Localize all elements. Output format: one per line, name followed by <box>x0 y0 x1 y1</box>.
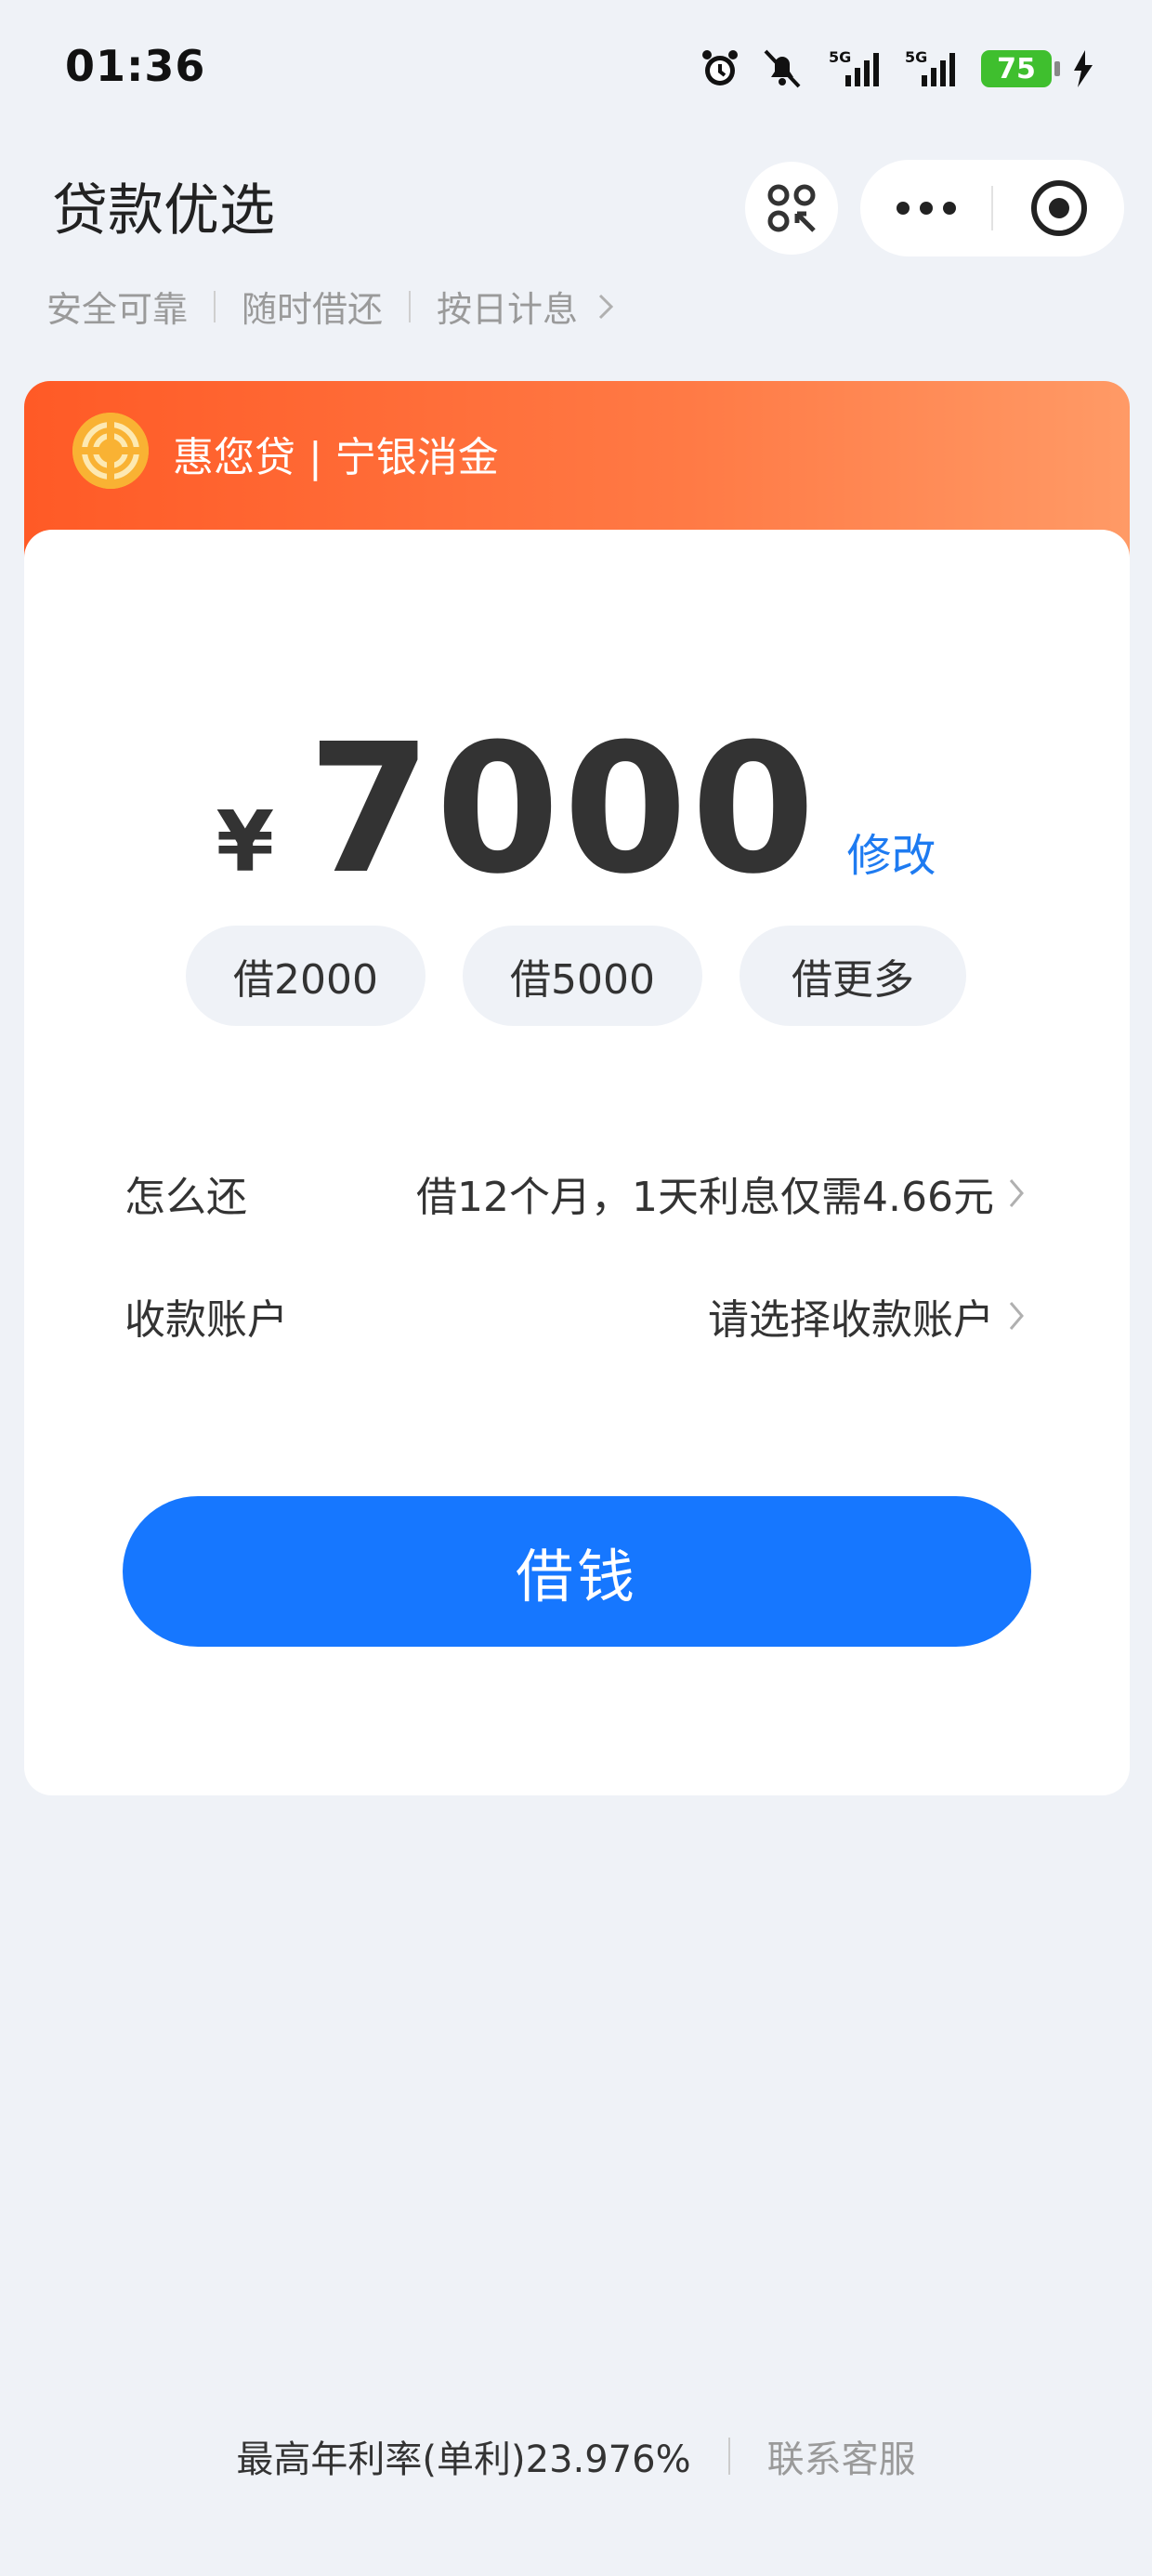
account-label: 收款账户 <box>124 1296 288 1344</box>
signal-5g-icon: 5G <box>829 48 879 86</box>
capsule-menu <box>860 160 1124 256</box>
modify-amount-link[interactable]: 修改 <box>846 819 936 884</box>
close-button[interactable] <box>993 160 1124 256</box>
page-title: 贷款优选 <box>52 178 275 243</box>
tag-divider <box>409 290 412 322</box>
tag-daily-interest: 按日计息 <box>437 289 579 330</box>
tag-flexible: 随时借还 <box>242 289 384 330</box>
quick-amount-options: 借2000 借5000 借更多 <box>0 926 1152 1026</box>
more-button[interactable] <box>860 160 991 256</box>
chevron-right-icon <box>1009 1302 1024 1330</box>
charging-icon <box>1074 50 1093 87</box>
borrow-button[interactable]: 借钱 <box>123 1496 1031 1647</box>
account-value: 请选择收款账户 <box>708 1296 994 1344</box>
signal-5g-2-icon: 5G <box>905 48 955 86</box>
max-annual-rate: 最高年利率(单利)23.976% <box>236 2438 691 2481</box>
target-icon <box>1030 180 1087 236</box>
repay-label: 怎么还 <box>124 1174 247 1221</box>
currency-symbol: ¥ <box>216 794 275 891</box>
mute-bell-icon <box>764 49 801 88</box>
footer: 最高年利率(单利)23.976% 联系客服 <box>0 2429 1152 2483</box>
apps-icon <box>767 184 816 232</box>
tag-divider <box>214 290 216 322</box>
contact-service-link[interactable]: 联系客服 <box>767 2429 916 2483</box>
svg-text:5G: 5G <box>829 48 851 66</box>
more-icon <box>896 202 956 215</box>
status-icons: 5G 5G 75 <box>699 41 1094 97</box>
svg-text:5G: 5G <box>905 48 927 66</box>
borrow-more-button[interactable]: 借更多 <box>740 926 966 1026</box>
lender-logo-icon <box>72 413 149 489</box>
mini-program-switch-button[interactable] <box>745 162 838 255</box>
battery-icon: 75 <box>981 50 1060 87</box>
repay-value: 借12个月，1天利息仅需4.66元 <box>416 1174 994 1221</box>
repay-plan-row[interactable]: 怎么还 借12个月，1天利息仅需4.66元 <box>124 1156 1028 1230</box>
chevron-right-icon <box>598 294 614 319</box>
alarm-icon <box>702 50 738 85</box>
footer-divider <box>727 2438 730 2475</box>
loan-amount-row: ¥ 7000 修改 <box>0 706 1152 913</box>
lender-name: 惠您贷 | 宁银消金 <box>173 434 499 481</box>
receiving-account-row[interactable]: 收款账户 请选择收款账户 <box>124 1279 1028 1353</box>
loan-amount: 7000 <box>308 706 819 913</box>
status-time: 01:36 <box>65 41 206 91</box>
feature-tags[interactable]: 安全可靠 随时借还 按日计息 <box>46 281 617 332</box>
borrow-2000-button[interactable]: 借2000 <box>186 926 425 1026</box>
tag-safe: 安全可靠 <box>46 289 189 330</box>
borrow-5000-button[interactable]: 借5000 <box>463 926 702 1026</box>
chevron-right-icon <box>1009 1179 1024 1207</box>
